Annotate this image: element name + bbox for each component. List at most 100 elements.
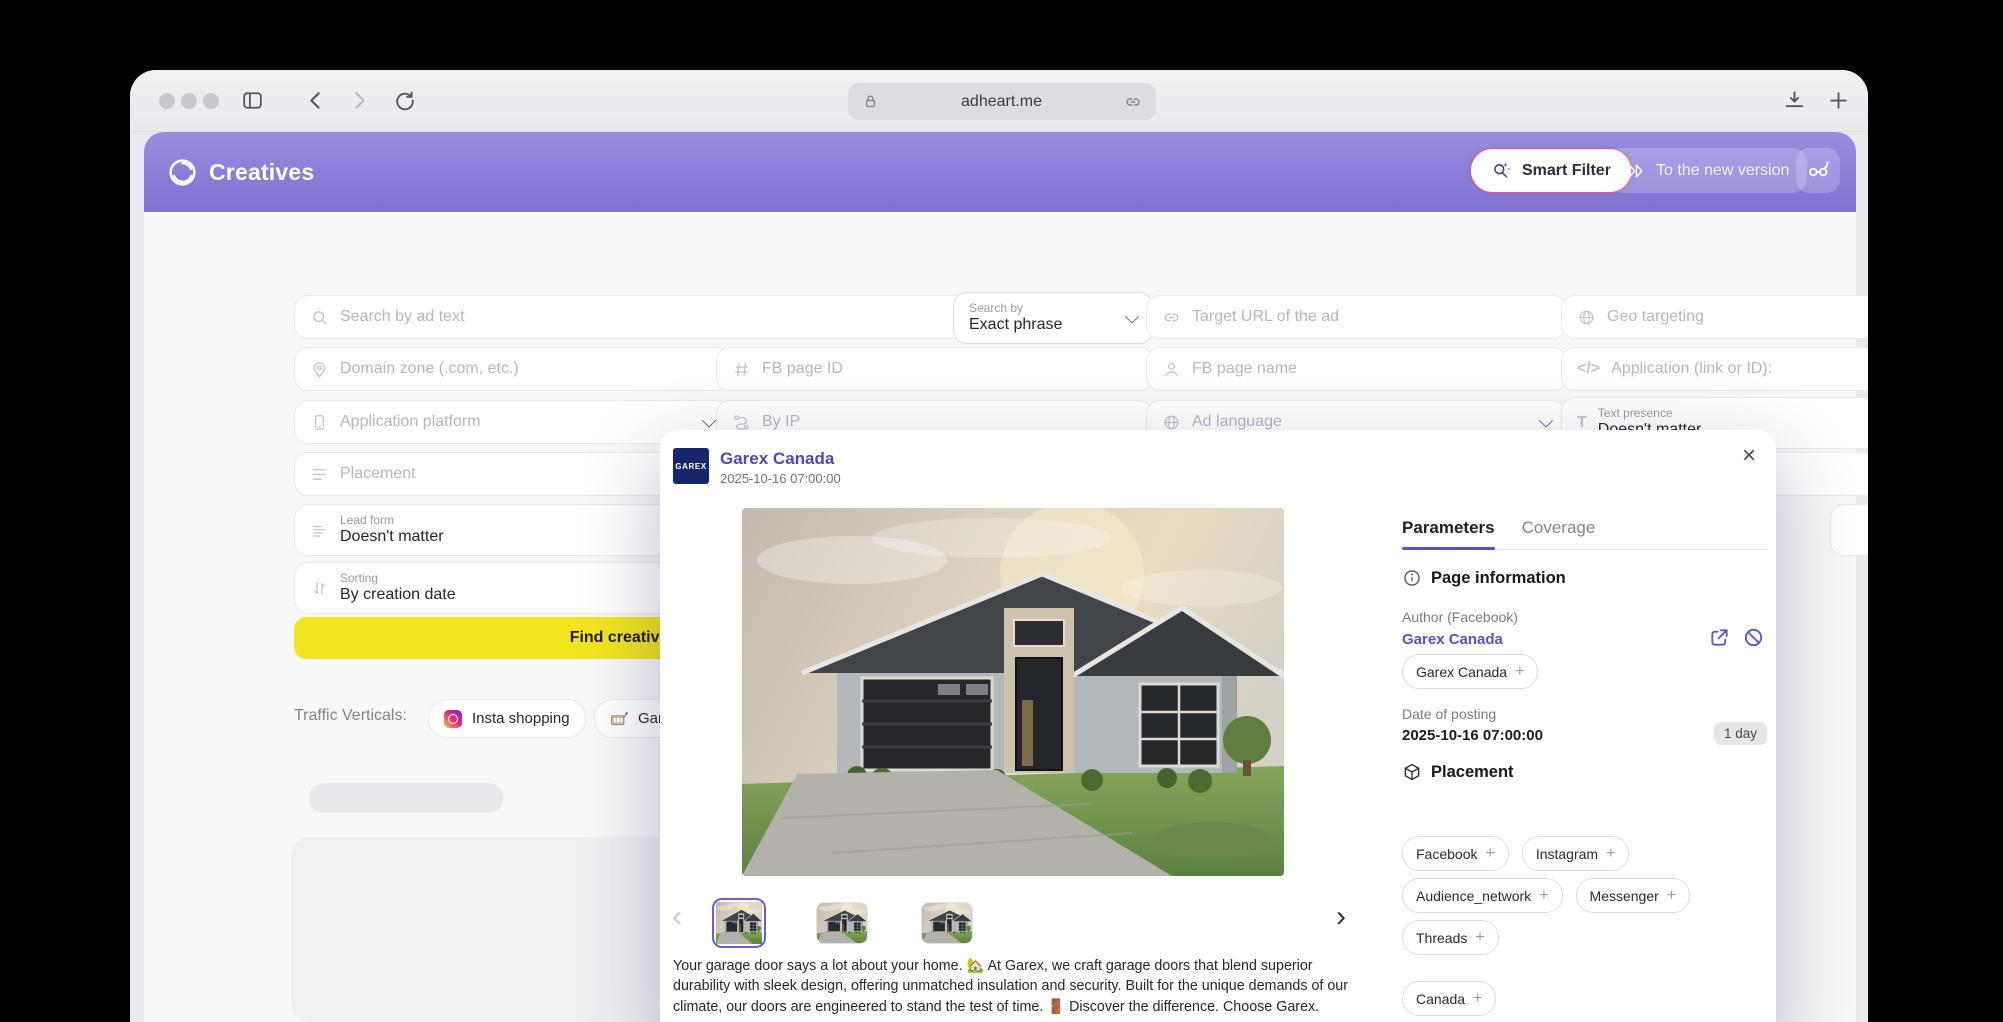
globe-icon bbox=[1577, 308, 1596, 327]
add-icon[interactable]: + bbox=[1667, 888, 1676, 904]
traffic-light-close[interactable] bbox=[159, 93, 175, 109]
add-icon[interactable]: + bbox=[1485, 846, 1494, 862]
mobile-icon bbox=[310, 413, 329, 432]
modal-tabs: Parameters Coverage bbox=[1402, 518, 1768, 550]
add-icon[interactable]: + bbox=[1475, 930, 1484, 946]
new-tab-button[interactable] bbox=[1826, 88, 1851, 113]
modal-right-panel: Parameters Coverage Page information Aut… bbox=[1402, 430, 1776, 1022]
thumbnails-next-icon[interactable]: › bbox=[1336, 902, 1346, 932]
author-page-link[interactable]: Garex Canada bbox=[1402, 631, 1503, 648]
chevron-down-icon bbox=[702, 414, 716, 428]
traffic-verticals-label: Traffic Verticals: bbox=[294, 707, 407, 725]
cube-icon bbox=[1402, 762, 1422, 782]
geo-targeting-select[interactable]: Geo targeting bbox=[1561, 295, 1868, 339]
placement-chip-instagram[interactable]: Instagram+ bbox=[1522, 836, 1630, 871]
search-by-select[interactable]: Search by Exact phrase bbox=[953, 292, 1153, 344]
instagram-icon bbox=[444, 710, 462, 728]
new-version-button[interactable]: To the new version bbox=[1608, 148, 1807, 193]
lines-icon bbox=[310, 521, 329, 540]
link-icon bbox=[1162, 308, 1181, 327]
info-icon bbox=[1402, 568, 1422, 588]
back-button[interactable] bbox=[303, 88, 328, 113]
vertical-chip-insta-shopping[interactable]: Insta shopping bbox=[428, 699, 586, 738]
placement-chip-row-1: Facebook+ Instagram+ bbox=[1402, 836, 1629, 871]
forward-button[interactable] bbox=[347, 88, 372, 113]
ad-text: Your garage door says a lot about your h… bbox=[673, 956, 1365, 1017]
url-text: adheart.me bbox=[879, 93, 1124, 111]
thumbnails-prev-icon[interactable]: ‹ bbox=[672, 902, 682, 932]
add-icon[interactable]: + bbox=[1539, 888, 1548, 904]
domain-zone-input[interactable]: Domain zone (.com, etc.) bbox=[294, 347, 730, 391]
slot-machine-icon bbox=[610, 710, 628, 728]
author-label: Author (Facebook) bbox=[1402, 609, 1518, 625]
search-icon bbox=[310, 308, 329, 327]
thumbnail-3[interactable] bbox=[921, 902, 973, 944]
tab-coverage[interactable]: Coverage bbox=[1522, 518, 1596, 538]
application-input[interactable]: </> Application (link or ID): bbox=[1561, 347, 1868, 391]
traffic-light-zoom[interactable] bbox=[203, 93, 219, 109]
fb-page-id-input[interactable]: FB page ID bbox=[716, 347, 1153, 391]
chevron-down-icon bbox=[1125, 310, 1139, 324]
creative-image bbox=[742, 508, 1284, 876]
thumbnail-1-selected[interactable] bbox=[712, 898, 766, 948]
tab-parameters[interactable]: Parameters bbox=[1402, 518, 1495, 538]
plus-icon bbox=[1826, 88, 1851, 113]
app-header: Creatives Smart Filter To the new versio… bbox=[144, 132, 1856, 212]
user-icon bbox=[1162, 360, 1181, 379]
assistant-bot-button[interactable] bbox=[1796, 148, 1840, 193]
target-url-input[interactable]: Target URL of the ad bbox=[1146, 295, 1567, 339]
lock-icon bbox=[862, 93, 879, 110]
browser-window: adheart.me Creatives Smart Filter bbox=[130, 70, 1868, 1022]
advertiser-logo: GAREX bbox=[673, 448, 709, 484]
add-icon[interactable]: + bbox=[1606, 846, 1615, 862]
traffic-light-minimize[interactable] bbox=[181, 93, 197, 109]
reload-button[interactable] bbox=[392, 88, 417, 113]
creative-modal: GAREX Garex Canada 2025-10-16 07:00:00 ×… bbox=[660, 430, 1776, 1022]
link-icon bbox=[1124, 93, 1142, 111]
fb-page-name-input[interactable]: FB page name bbox=[1146, 347, 1567, 391]
thumbnail-2[interactable] bbox=[816, 902, 868, 944]
brand: Creatives bbox=[167, 157, 314, 188]
new-version-label: To the new version bbox=[1656, 162, 1789, 180]
page-information-header: Page information bbox=[1402, 568, 1566, 588]
sidebar-icon bbox=[240, 88, 265, 113]
author-chip[interactable]: Garex Canada+ bbox=[1402, 654, 1538, 689]
browser-chrome: adheart.me bbox=[130, 70, 1868, 132]
address-bar[interactable]: adheart.me bbox=[848, 83, 1156, 120]
placement-chip-facebook[interactable]: Facebook+ bbox=[1402, 836, 1509, 871]
sort-icon bbox=[310, 579, 329, 598]
placement-chip-row-2: Audience_network+ Messenger+ bbox=[1402, 878, 1690, 913]
geo-chip-canada[interactable]: Canada+ bbox=[1402, 981, 1496, 1016]
date-of-posting-value: 2025-10-16 07:00:00 bbox=[1402, 727, 1543, 744]
placement-header: Placement bbox=[1402, 762, 1514, 782]
add-icon[interactable]: + bbox=[1473, 991, 1482, 1007]
geo-chip-row: Canada+ bbox=[1402, 981, 1496, 1016]
chevron-down-icon bbox=[1539, 414, 1553, 428]
skeleton-card bbox=[291, 837, 679, 1022]
date-of-posting-label: Date of posting bbox=[1402, 706, 1496, 722]
forward-arrow-icon bbox=[347, 88, 372, 113]
placement-chip-threads[interactable]: Threads+ bbox=[1402, 920, 1499, 955]
hash-icon bbox=[732, 360, 751, 379]
language-globe-icon bbox=[1162, 413, 1181, 432]
right-edge-select[interactable] bbox=[1830, 504, 1868, 556]
reload-icon bbox=[392, 88, 417, 113]
route-icon bbox=[732, 413, 751, 432]
external-link-icon[interactable] bbox=[1708, 626, 1731, 649]
post-datetime: 2025-10-16 07:00:00 bbox=[720, 471, 841, 486]
sidebar-toggle-button[interactable] bbox=[240, 88, 265, 113]
advertiser-name-link[interactable]: Garex Canada bbox=[720, 449, 834, 469]
placement-chip-row-3: Threads+ bbox=[1402, 920, 1499, 955]
back-arrow-icon bbox=[303, 88, 328, 113]
add-icon[interactable]: + bbox=[1515, 664, 1524, 680]
smart-filter-label: Smart Filter bbox=[1522, 162, 1611, 180]
skeleton-bar bbox=[309, 783, 503, 813]
age-badge: 1 day bbox=[1714, 722, 1767, 745]
adheart-logo-icon bbox=[167, 157, 198, 188]
code-icon: </> bbox=[1577, 360, 1600, 378]
placement-chip-messenger[interactable]: Messenger+ bbox=[1576, 878, 1691, 913]
ban-icon[interactable] bbox=[1742, 626, 1765, 649]
bot-icon bbox=[1806, 158, 1831, 183]
placement-chip-audience-network[interactable]: Audience_network+ bbox=[1402, 878, 1563, 913]
downloads-button[interactable] bbox=[1782, 88, 1807, 113]
